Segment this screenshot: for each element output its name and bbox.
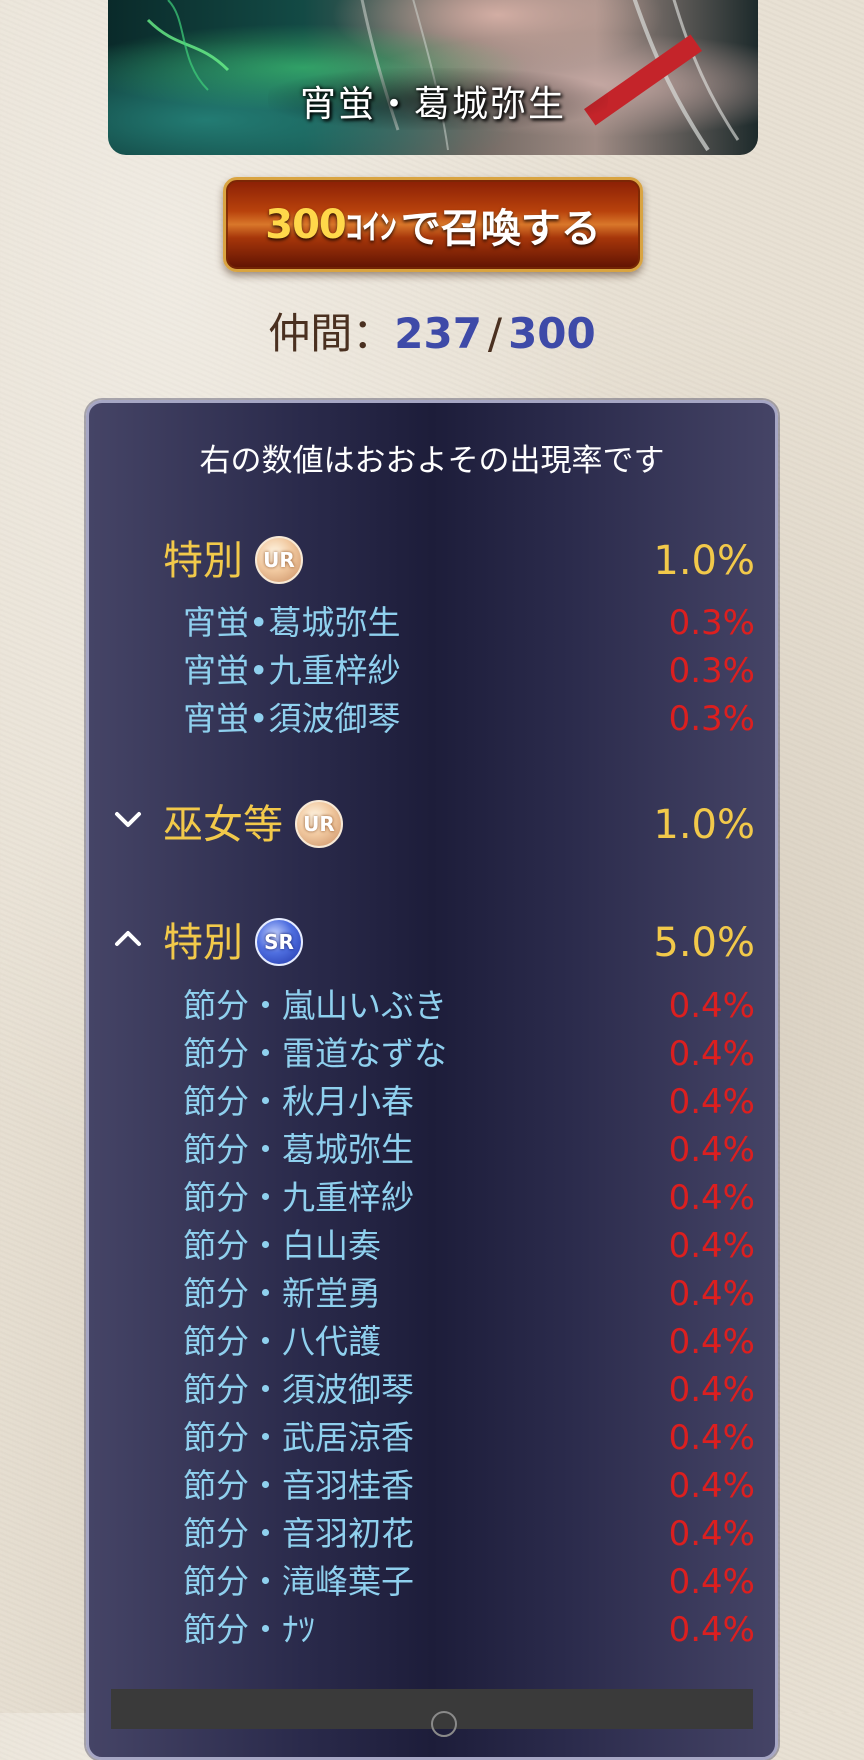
item-name: 宵蛍•須波御琴 <box>183 699 401 738</box>
item-rate: 0.4% <box>668 1514 755 1554</box>
item-rate: 0.3% <box>668 699 755 739</box>
item-name: 節分・九重梓紗 <box>183 1178 414 1217</box>
rate-item: 節分・音羽初花 0.4% <box>89 1511 775 1557</box>
companion-max: 300 <box>508 309 596 358</box>
item-name: 節分・須波御琴 <box>183 1370 414 1409</box>
rate-item: 宵蛍•葛城弥生 0.3% <box>89 600 775 646</box>
rate-item: 節分・須波御琴 0.4% <box>89 1367 775 1413</box>
rate-item: 節分・白山奏 0.4% <box>89 1223 775 1269</box>
rate-item: 節分・九重梓紗 0.4% <box>89 1175 775 1221</box>
item-name: 節分・白山奏 <box>183 1226 381 1265</box>
item-name: 節分・ﾅﾂ <box>183 1610 315 1649</box>
item-name: 宵蛍•葛城弥生 <box>183 603 401 642</box>
rate-group-header[interactable]: 特別 SR 5.0% <box>89 913 775 973</box>
group-rate: 5.0% <box>653 920 755 966</box>
rates-panel: 右の数値はおおよその出現率です 特別 UR 1.0% 宵蛍•葛城弥生 0.3% … <box>86 400 778 1760</box>
group-name: 巫女等 <box>163 802 283 848</box>
summon-action-label: で召喚する <box>400 205 601 252</box>
item-rate: 0.3% <box>668 603 755 643</box>
rate-item: 節分・秋月小春 0.4% <box>89 1079 775 1125</box>
item-name: 節分・八代護 <box>183 1322 381 1361</box>
rate-item: 節分・音羽桂香 0.4% <box>89 1463 775 1509</box>
rate-group-header[interactable]: 特別 UR 1.0% <box>89 531 775 591</box>
item-rate: 0.4% <box>668 1610 755 1650</box>
chevron-up-icon <box>115 931 141 946</box>
item-rate: 0.4% <box>668 1562 755 1602</box>
ur-badge-icon: UR <box>295 800 343 848</box>
sr-badge-icon: SR <box>255 918 303 966</box>
item-name: 節分・滝峰葉子 <box>183 1562 414 1601</box>
rate-item: 節分・葛城弥生 0.4% <box>89 1127 775 1173</box>
group-name: 特別 <box>163 920 243 966</box>
item-name: 節分・雷道なずな <box>183 1034 447 1073</box>
item-name: 節分・音羽桂香 <box>183 1466 414 1505</box>
circle-icon <box>431 1711 457 1737</box>
rate-item: 節分・武居涼香 0.4% <box>89 1415 775 1461</box>
item-rate: 0.4% <box>668 1082 755 1122</box>
item-rate: 0.4% <box>668 1466 755 1506</box>
item-rate: 0.4% <box>668 1034 755 1074</box>
companion-label: 仲間： <box>268 309 395 358</box>
companion-current: 237 <box>394 309 482 358</box>
item-name: 節分・葛城弥生 <box>183 1130 414 1169</box>
rate-item: 節分・ﾅﾂ 0.4% <box>89 1607 775 1653</box>
item-name: 節分・新堂勇 <box>183 1274 381 1313</box>
group-rate: 1.0% <box>653 802 755 848</box>
item-rate: 0.4% <box>668 1274 755 1314</box>
rate-item: 宵蛍•須波御琴 0.3% <box>89 696 775 742</box>
panel-footer-bar[interactable] <box>111 1689 753 1737</box>
item-name: 宵蛍•九重梓紗 <box>183 651 401 690</box>
chevron-down-icon <box>115 812 141 827</box>
item-rate: 0.4% <box>668 1226 755 1266</box>
summon-cost: 300 <box>265 201 346 248</box>
rates-note: 右の数値はおおよその出現率です <box>199 443 665 479</box>
group-name: 特別 <box>163 538 243 584</box>
item-name: 節分・秋月小春 <box>183 1082 414 1121</box>
companion-separator: / <box>487 309 503 358</box>
item-name: 節分・音羽初花 <box>183 1514 414 1553</box>
rate-group-header[interactable]: 巫女等 UR 1.0% <box>89 795 775 855</box>
item-rate: 0.4% <box>668 1130 755 1170</box>
rate-item: 節分・雷道なずな 0.4% <box>89 1031 775 1077</box>
group-rate: 1.0% <box>653 538 755 584</box>
rate-item: 節分・滝峰葉子 0.4% <box>89 1559 775 1605</box>
summon-unit: ｺｲﾝ <box>345 208 397 248</box>
item-rate: 0.4% <box>668 1178 755 1218</box>
item-rate: 0.4% <box>668 1418 755 1458</box>
item-rate: 0.4% <box>668 1322 755 1362</box>
rate-item: 節分・嵐山いぶき 0.4% <box>89 983 775 1029</box>
item-rate: 0.3% <box>668 651 755 691</box>
item-name: 節分・武居涼香 <box>183 1418 414 1457</box>
item-name: 節分・嵐山いぶき <box>183 986 447 1025</box>
rate-item: 節分・新堂勇 0.4% <box>89 1271 775 1317</box>
item-rate: 0.4% <box>668 1370 755 1410</box>
companion-count: 仲間：237/300 <box>0 300 864 361</box>
banner-title: 宵蛍・葛城弥生 <box>299 84 566 125</box>
character-banner[interactable]: 宵蛍・葛城弥生 <box>108 0 758 155</box>
rate-item: 節分・八代護 0.4% <box>89 1319 775 1365</box>
rate-item: 宵蛍•九重梓紗 0.3% <box>89 648 775 694</box>
summon-button[interactable]: 300 ｺｲﾝ で召喚する <box>223 177 643 272</box>
item-rate: 0.4% <box>668 986 755 1026</box>
ur-badge-icon: UR <box>255 536 303 584</box>
